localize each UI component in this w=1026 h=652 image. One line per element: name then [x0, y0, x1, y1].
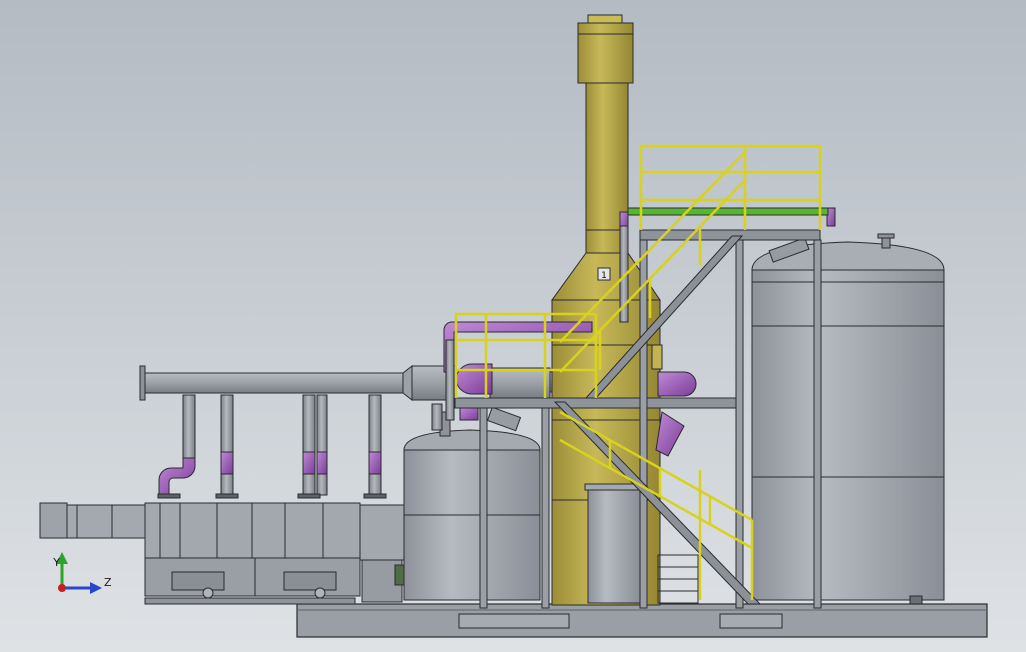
coordinate-triad: Y Z	[52, 552, 112, 594]
small-storage-tank	[403, 406, 541, 601]
y-axis-label: Y	[52, 556, 60, 569]
z-axis-label: Z	[104, 576, 112, 589]
callout-number: 1	[601, 271, 607, 281]
branch-pipes	[157, 394, 387, 499]
large-storage-tank	[751, 233, 945, 605]
green-transfer-pipe	[627, 207, 829, 216]
small-process-tank	[584, 483, 644, 604]
origin-marker	[58, 584, 66, 592]
cad-viewport[interactable]: 1 Y Z	[0, 0, 1026, 652]
plant-assembly-drawing[interactable]: 1 Y Z	[0, 0, 1026, 652]
